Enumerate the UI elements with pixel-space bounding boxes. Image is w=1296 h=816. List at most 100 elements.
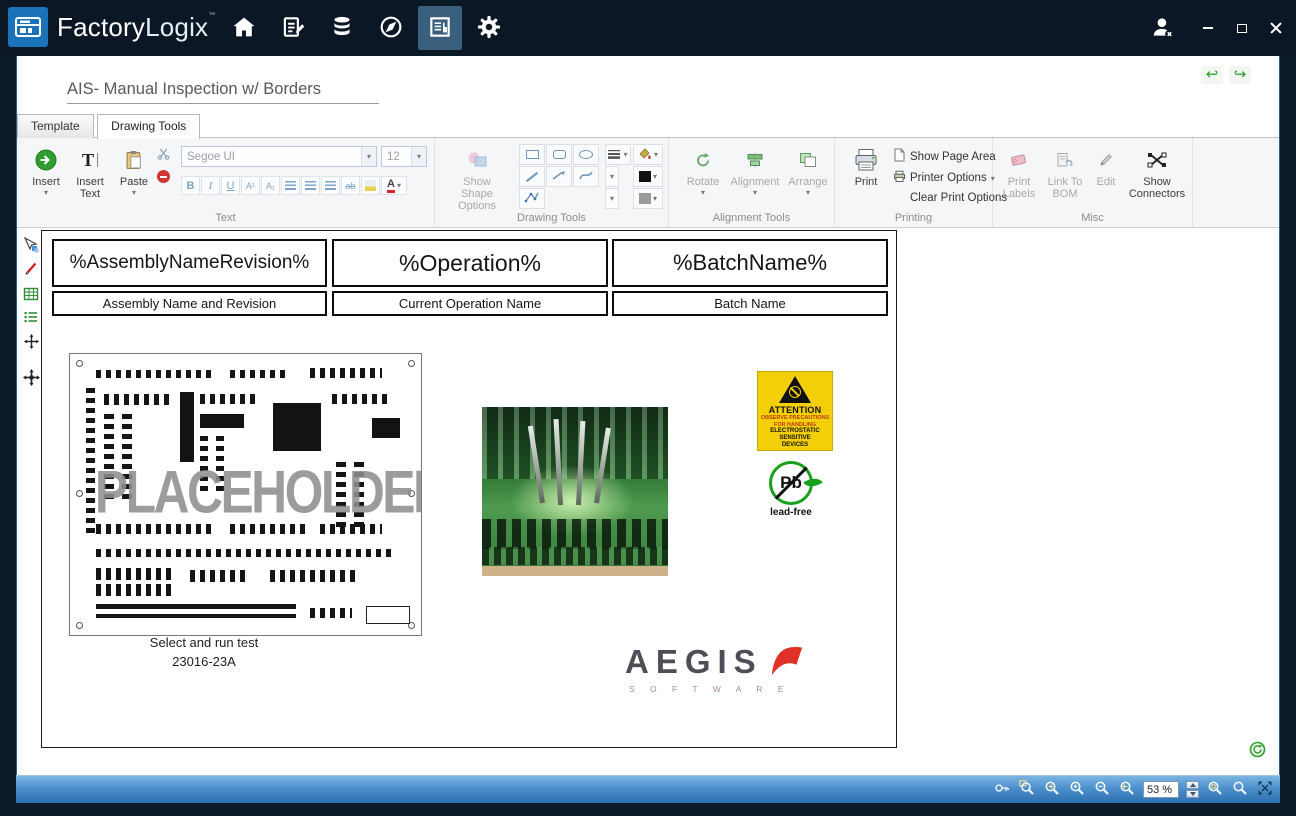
pcb-placeholder-image[interactable]: PLACEHOLDER: [69, 353, 422, 636]
lead-free-logo[interactable]: Pb lead-free: [759, 461, 823, 523]
line-color-dropdown[interactable]: ▾: [633, 166, 663, 187]
align-right-button[interactable]: [321, 176, 340, 195]
show-shape-options-button[interactable]: Show Shape Options: [445, 142, 509, 214]
lead-free-label: lead-free: [759, 507, 823, 518]
line-style-dropdown[interactable]: ▾: [605, 144, 631, 165]
print-labels-button[interactable]: Print Labels: [999, 142, 1039, 214]
show-page-area-button[interactable]: Show Page Area: [893, 148, 996, 165]
paint-icon: [638, 147, 652, 162]
draw-arrow-button[interactable]: [546, 166, 572, 187]
template-name-field[interactable]: AIS- Manual Inspection w/ Borders: [67, 80, 379, 104]
board-note[interactable]: Select and run test 23016-23A: [99, 633, 309, 671]
link-to-bom-button[interactable]: Link To BOM: [1043, 142, 1087, 214]
nav-database-button[interactable]: [320, 6, 364, 50]
undo-button[interactable]: ↩: [1201, 66, 1223, 84]
draw-ellipse-button[interactable]: [573, 144, 599, 165]
move-tool-button[interactable]: [21, 369, 41, 389]
zoom-out-button[interactable]: [1093, 781, 1111, 799]
fill-options-dropdown[interactable]: ▾: [605, 188, 619, 209]
draw-rounded-rectangle-button[interactable]: [546, 144, 572, 165]
window-controls: [1148, 0, 1286, 56]
clipboard-pencil-icon: [280, 14, 306, 43]
tab-template[interactable]: Template: [17, 114, 94, 138]
caption-operation[interactable]: Current Operation Name: [332, 291, 608, 316]
nav-home-button[interactable]: [222, 6, 266, 50]
remove-format-button[interactable]: [155, 168, 172, 185]
zoom-dynamic-button[interactable]: [1043, 781, 1061, 799]
zoom-previous-button[interactable]: [1118, 781, 1136, 799]
anchor-tool-button[interactable]: [21, 333, 41, 353]
zoom-in-button[interactable]: [1068, 781, 1086, 799]
list-tool-button[interactable]: [21, 308, 41, 328]
align-center-button[interactable]: [301, 176, 320, 195]
font-size-select[interactable]: 12 ▾: [381, 146, 427, 167]
pan-lock-button[interactable]: [993, 781, 1011, 799]
grid-tool-button[interactable]: [21, 285, 41, 305]
bold-button[interactable]: B: [181, 176, 200, 195]
zoom-extents-button[interactable]: [1231, 781, 1249, 799]
tab-drawing-tools[interactable]: Drawing Tools: [97, 114, 200, 139]
draw-curve-button[interactable]: [573, 166, 599, 187]
lead-free-ring-icon: Pb: [769, 461, 813, 505]
subscript-button[interactable]: A₁: [261, 176, 280, 195]
zoom-selected-button[interactable]: [1206, 781, 1224, 799]
fit-to-screen-button[interactable]: [1256, 781, 1274, 799]
arrange-button[interactable]: Arrange ▾: [785, 142, 831, 214]
close-button[interactable]: [1266, 18, 1286, 38]
fill-color-dropdown[interactable]: ▾: [633, 188, 663, 209]
zoom-controls: [993, 781, 1274, 799]
caption-assembly-name[interactable]: Assembly Name and Revision: [52, 291, 327, 316]
font-color-button[interactable]: A▾: [381, 176, 407, 195]
nav-settings-button[interactable]: [467, 6, 511, 50]
zoom-step-up-button[interactable]: [1186, 781, 1199, 789]
field-batch-name[interactable]: %BatchName%: [612, 239, 888, 287]
zoom-window-button[interactable]: [1018, 781, 1036, 799]
cut-button[interactable]: [155, 146, 172, 163]
alignment-button[interactable]: Alignment ▾: [729, 142, 781, 214]
group-label-drawing: Drawing Tools: [435, 212, 668, 224]
maximize-button[interactable]: [1232, 18, 1252, 38]
esd-warning-label[interactable]: ATTENTION OBSERVE PRECAUTIONS FOR HANDLI…: [757, 371, 833, 451]
annotate-tool-button[interactable]: [21, 260, 41, 280]
zoom-value-input[interactable]: [1143, 781, 1179, 798]
insert-text-icon: T: [82, 146, 98, 174]
edit-button[interactable]: Edit: [1091, 142, 1121, 214]
field-operation[interactable]: %Operation%: [332, 239, 608, 287]
superscript-button[interactable]: A¹: [241, 176, 260, 195]
printer-options-button[interactable]: Printer Options ▾: [893, 170, 995, 186]
field-assembly-name-revision[interactable]: %AssemblyNameRevision%: [52, 239, 327, 287]
text-style-button[interactable]: ab: [341, 176, 360, 195]
redo-button[interactable]: ↪: [1229, 66, 1251, 84]
clipboard-small-buttons: [155, 146, 172, 185]
caption-batch-name[interactable]: Batch Name: [612, 291, 888, 316]
canvas-refresh-button[interactable]: [1249, 741, 1266, 758]
rotate-button[interactable]: Rotate ▾: [681, 142, 725, 214]
line-options-dropdown[interactable]: ▾: [605, 166, 619, 187]
insert-text-button[interactable]: T Insert Text: [69, 142, 111, 214]
draw-polyline-button[interactable]: [519, 188, 545, 209]
user-logout-button[interactable]: [1148, 18, 1178, 38]
insert-button[interactable]: Insert ▾: [27, 142, 65, 214]
draw-line-button[interactable]: [519, 166, 545, 187]
nav-documents-button[interactable]: [418, 6, 462, 50]
minimize-button[interactable]: [1198, 18, 1218, 38]
select-tool-button[interactable]: [21, 236, 41, 256]
nav-tasks-button[interactable]: [271, 6, 315, 50]
aegis-logo[interactable]: AEGIS S O F T W A R E: [625, 639, 805, 694]
font-family-select[interactable]: Segoe UI ▾: [181, 146, 377, 167]
clear-print-options-button[interactable]: Clear Print Options: [893, 192, 1007, 204]
assembly-photo[interactable]: [482, 407, 668, 576]
show-connectors-button[interactable]: Show Connectors: [1125, 142, 1189, 214]
align-left-button[interactable]: [281, 176, 300, 195]
placeholder-watermark: PLACEHOLDER: [95, 457, 396, 526]
zoom-step-down-button[interactable]: [1186, 790, 1199, 798]
nav-tracking-button[interactable]: [369, 6, 413, 50]
format-painter-dropdown[interactable]: ▾: [633, 144, 663, 165]
label-design-canvas[interactable]: %AssemblyNameRevision% %Operation% %Batc…: [41, 230, 897, 748]
underline-button[interactable]: U: [221, 176, 240, 195]
paste-button[interactable]: Paste ▾: [115, 142, 153, 214]
italic-button[interactable]: I: [201, 176, 220, 195]
print-button[interactable]: Print: [845, 142, 887, 214]
highlight-color-button[interactable]: [361, 176, 380, 195]
draw-rectangle-button[interactable]: [519, 144, 545, 165]
